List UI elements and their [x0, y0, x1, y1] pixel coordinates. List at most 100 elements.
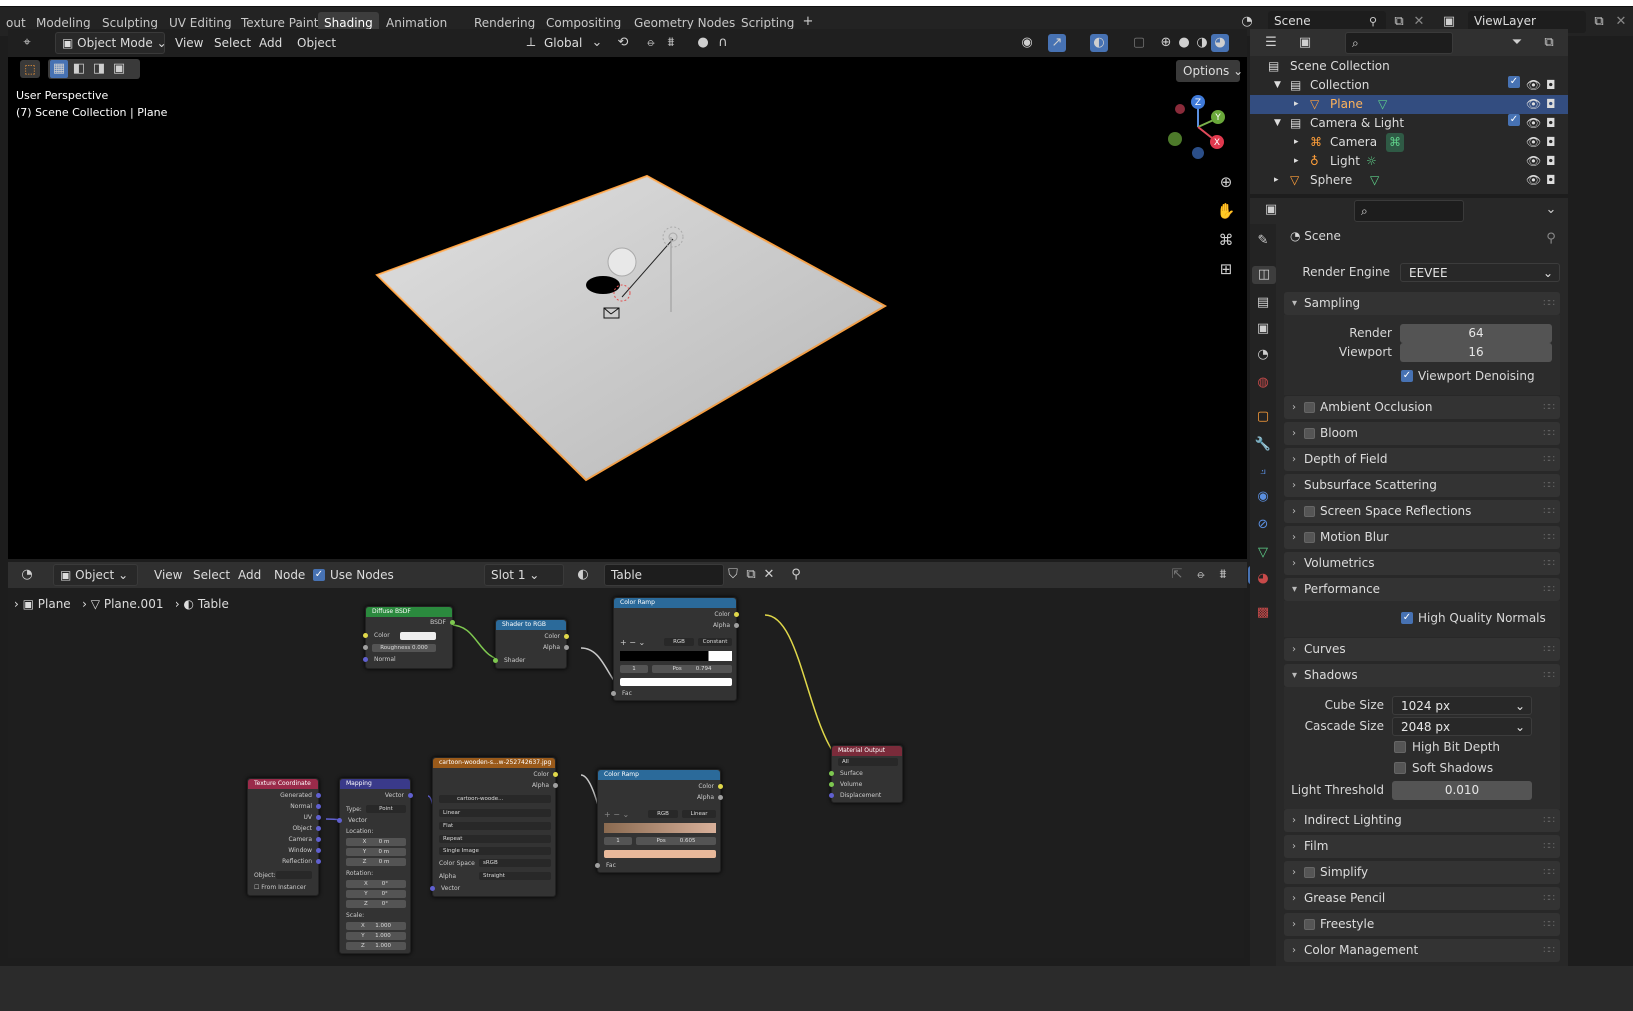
cube-size-selector[interactable]: 1024 px ⌄: [1392, 696, 1532, 715]
panel-ambient-occlusion[interactable]: › Ambient Occlusion ∷∷: [1284, 396, 1560, 419]
overlay-toggle-icon[interactable]: ◐: [1090, 34, 1108, 52]
ramp2-index[interactable]: 1: [604, 837, 632, 845]
ramp2-fac-socket[interactable]: [595, 863, 600, 868]
high-bit-depth-checkbox[interactable]: [1394, 741, 1406, 753]
viewport-samples-field[interactable]: 16: [1400, 343, 1552, 362]
drag-handle-icon[interactable]: ∷∷: [1543, 809, 1555, 832]
parent-node-icon[interactable]: ⇱: [1168, 566, 1186, 584]
panel-motion-blur[interactable]: › Motion Blur ∷∷: [1284, 526, 1560, 549]
unlink-material-icon[interactable]: ✕: [760, 566, 778, 584]
texcoord-object-field[interactable]: [276, 871, 312, 879]
use-nodes-checkbox[interactable]: ✓: [313, 569, 325, 581]
rot-x-field[interactable]: X 0°: [346, 880, 406, 888]
ramp1-add-remove-icons[interactable]: + − ⌄: [620, 638, 645, 647]
perspective-grid-icon[interactable]: ⊞: [1215, 258, 1237, 280]
delete-view-layer-icon[interactable]: ✕: [1612, 13, 1630, 31]
cascade-size-selector[interactable]: 2048 px ⌄: [1392, 717, 1532, 736]
eye-icon[interactable]: 👁: [1526, 114, 1541, 133]
color-ramp-node-1[interactable]: Color Ramp Color Alpha + − ⌄ RGB Constan…: [611, 597, 739, 701]
render-camera-icon[interactable]: ◘: [1546, 76, 1556, 95]
shader-rgb-color-socket[interactable]: [564, 634, 569, 639]
from-instancer-row[interactable]: ☐ From Instancer: [254, 884, 306, 891]
mapping-node[interactable]: Mapping Vector Type: Point Vector Locati…: [337, 778, 413, 954]
material-browse-icon[interactable]: ◐: [574, 566, 592, 584]
shader-to-rgb-node[interactable]: Shader to RGB Color Alpha Shader: [493, 619, 569, 669]
snap-icon[interactable]: ⦵: [642, 34, 660, 52]
proportional-edit-icon[interactable]: ●: [694, 34, 712, 52]
panel-checkbox[interactable]: [1304, 428, 1315, 439]
node-menu-add[interactable]: Add: [238, 564, 261, 586]
high-quality-normals-checkbox[interactable]: ✓: [1401, 612, 1413, 624]
image-texture-node[interactable]: cartoon-wooden-s...w-252742637.jpg Color…: [430, 757, 558, 897]
rot-z-field[interactable]: Z 0°: [346, 900, 406, 908]
drag-handle-icon[interactable]: ∷∷: [1543, 887, 1555, 910]
zoom-icon[interactable]: ⊕: [1215, 171, 1237, 193]
world-tab-icon[interactable]: ◍: [1254, 374, 1272, 392]
ramp1-interp[interactable]: Constant: [698, 638, 732, 646]
drag-handle-icon[interactable]: ∷∷: [1543, 835, 1555, 858]
editor-type-icon[interactable]: ⌖: [18, 34, 36, 52]
expand-icon[interactable]: ▼: [1274, 76, 1281, 95]
outliner-row-plane[interactable]: ▸ ▽ Plane ▽ 👁 ◘: [1250, 95, 1568, 114]
color-space-selector[interactable]: sRGB: [479, 859, 551, 867]
pivot-point-icon[interactable]: ⟲: [614, 34, 632, 52]
rot-y-field[interactable]: Y 0°: [346, 890, 406, 898]
panel-depth-of-field[interactable]: › Depth of Field ∷∷: [1284, 448, 1560, 471]
collection-checkbox[interactable]: ✓: [1508, 76, 1520, 88]
ramp2-color-socket[interactable]: [718, 784, 723, 789]
panel-simplify[interactable]: › Simplify ∷∷: [1284, 861, 1560, 884]
outliner-row-sphere[interactable]: ▸ ▽ Sphere ▽ 👁 ◘: [1250, 171, 1568, 190]
display-mode-icon[interactable]: ▣: [1296, 34, 1314, 52]
ramp1-color-socket[interactable]: [734, 612, 739, 617]
drag-handle-icon[interactable]: ∷∷: [1543, 448, 1555, 471]
drag-handle-icon[interactable]: ∷∷: [1543, 500, 1555, 523]
tool-tab-icon[interactable]: ✎: [1254, 232, 1272, 250]
panel-shadows[interactable]: ▾ Shadows ∷∷: [1284, 664, 1560, 687]
viewport-denoising-checkbox[interactable]: ✓: [1401, 370, 1413, 382]
eye-icon[interactable]: 👁: [1526, 133, 1541, 152]
expand-icon[interactable]: ▸: [1274, 171, 1279, 190]
bsdf-socket[interactable]: [450, 620, 455, 625]
object-socket[interactable]: [316, 826, 321, 831]
soft-shadows-checkbox[interactable]: [1394, 762, 1406, 774]
displacement-socket[interactable]: [829, 793, 834, 798]
eye-icon[interactable]: 👁: [1526, 171, 1541, 190]
shader-input-socket[interactable]: [493, 658, 498, 663]
collection-checkbox[interactable]: ✓: [1508, 114, 1520, 126]
render-samples-field[interactable]: 64: [1400, 324, 1552, 343]
expand-icon[interactable]: ▼: [1274, 114, 1281, 133]
render-camera-icon[interactable]: ◘: [1546, 171, 1556, 190]
mode-selector[interactable]: ▣ Object Mode ⌄: [55, 32, 167, 54]
menu-add[interactable]: Add: [259, 32, 282, 54]
drag-handle-icon[interactable]: ∷∷: [1543, 396, 1555, 419]
mapping-in-socket[interactable]: [337, 818, 342, 823]
image-file-field[interactable]: cartoon-woode...: [439, 795, 551, 803]
drag-handle-icon[interactable]: ∷∷: [1543, 578, 1555, 601]
drag-handle-icon[interactable]: ∷∷: [1543, 474, 1555, 497]
node-menu-select[interactable]: Select: [193, 564, 230, 586]
eye-icon[interactable]: 👁: [1526, 76, 1541, 95]
rendered-shading-icon[interactable]: ◕: [1211, 34, 1229, 52]
roughness-field[interactable]: Roughness 0.000: [372, 644, 436, 652]
material-output-node[interactable]: Material Output All Surface Volume Displ…: [829, 745, 903, 803]
image-extension-selector[interactable]: Repeat: [439, 835, 551, 843]
navigation-gizmo[interactable]: Z Y X: [1163, 92, 1233, 162]
panel-subsurface-scattering[interactable]: › Subsurface Scattering ∷∷: [1284, 474, 1560, 497]
render-camera-icon[interactable]: ◘: [1546, 152, 1556, 171]
physics-tab-icon[interactable]: ◉: [1254, 488, 1272, 506]
panel-indirect-lighting[interactable]: › Indirect Lighting ∷∷: [1284, 809, 1560, 832]
panel-checkbox[interactable]: [1304, 506, 1315, 517]
mapping-out-socket[interactable]: [408, 793, 413, 798]
panel-sampling[interactable]: ▾ Sampling ∷∷: [1284, 292, 1560, 315]
outliner-row-camera-light[interactable]: ▼ ▤ Camera & Light ✓ 👁 ◘: [1250, 114, 1568, 133]
shader-rgb-alpha-socket[interactable]: [564, 645, 569, 650]
panel-checkbox[interactable]: [1304, 919, 1315, 930]
panel-checkbox[interactable]: [1304, 402, 1315, 413]
drag-handle-icon[interactable]: ∷∷: [1543, 552, 1555, 575]
camera-socket[interactable]: [316, 837, 321, 842]
panel-volumetrics[interactable]: › Volumetrics ∷∷: [1284, 552, 1560, 575]
render-engine-selector[interactable]: EEVEE ⌄: [1400, 263, 1560, 282]
drag-handle-icon[interactable]: ∷∷: [1543, 422, 1555, 445]
filter-icon[interactable]: ⏷: [1508, 34, 1526, 52]
expand-icon[interactable]: ▸: [1294, 95, 1299, 114]
